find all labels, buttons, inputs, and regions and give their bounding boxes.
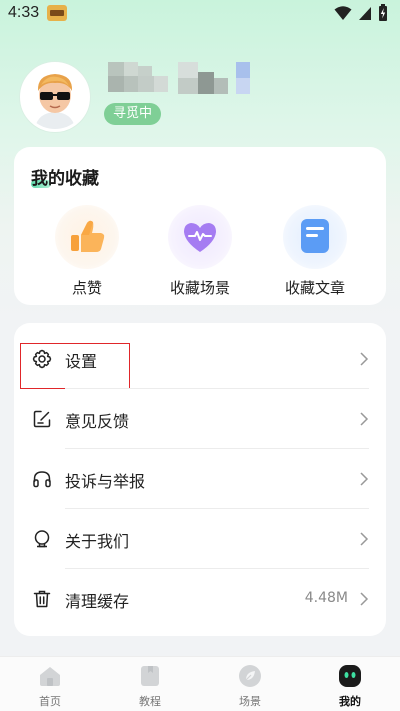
chevron-right-icon [360,592,369,606]
battery-icon [379,4,387,21]
nav-item-scenes-label: 场景 [239,695,261,708]
document-icon [283,205,347,269]
menu-item-about-label: 关于我们 [65,532,130,551]
highlight-box [20,343,130,389]
chevron-right-icon [360,412,369,426]
favorite-articles[interactable]: 收藏文章 [270,205,360,298]
menu-item-settings[interactable]: 设置 [14,329,386,389]
favorite-scenes[interactable]: 收藏场景 [155,205,245,298]
status-time: 4:33 [8,4,40,21]
nav-item-tutorials[interactable]: 教程 [120,664,180,709]
headphones-icon [33,471,51,488]
nav-item-home[interactable]: 首页 [20,664,80,709]
menu-item-clear-cache-label: 清理缓存 [65,592,130,611]
cache-size: 4.48M [304,590,348,606]
username-blurred [108,62,258,100]
menu-item-feedback[interactable]: 意见反馈 [14,389,386,449]
nav-item-tutorials-label: 教程 [139,695,161,708]
feedback-icon [33,410,51,428]
trash-icon [33,590,51,608]
favorites-card: 我的收藏 点赞 收藏场景 收藏文章 [14,147,386,305]
home-icon [38,664,62,688]
notification-app-icon [47,5,67,21]
menu-item-clear-cache[interactable]: 清理缓存 4.48M [14,569,386,629]
status-bar: 4:33 [0,0,400,28]
nav-item-home-label: 首页 [39,695,61,708]
signal-icon [359,6,371,20]
menu-item-report[interactable]: 投诉与举报 [14,449,386,509]
menu-item-report-label: 投诉与举报 [65,472,146,491]
nav-item-profile-label: 我的 [339,695,361,708]
avatar-illustration [23,65,87,129]
status-icons [334,4,388,21]
menu-item-about[interactable]: 关于我们 [14,509,386,569]
favorite-scenes-label: 收藏场景 [169,279,230,297]
settings-menu-card: 设置 意见反馈 投诉与举报 关于我们 清理缓存 4.48M [14,323,386,636]
thumbs-up-icon [55,205,119,269]
chevron-right-icon [360,352,369,366]
about-icon [34,530,50,548]
chevron-right-icon [360,472,369,486]
menu-item-feedback-label: 意见反馈 [65,412,130,431]
nav-item-profile[interactable]: 我的 [320,664,380,709]
favorite-articles-label: 收藏文章 [284,279,345,297]
status-tag: 寻觅中 [104,103,162,125]
wifi-icon [334,5,352,20]
favorite-likes-label: 点赞 [71,279,102,297]
profile-icon [338,664,362,688]
leaf-icon [238,664,262,688]
favorites-title: 我的收藏 [31,169,99,189]
chevron-right-icon [360,532,369,546]
heart-icon [168,205,232,269]
nav-item-scenes[interactable]: 场景 [220,664,280,709]
favorite-likes[interactable]: 点赞 [42,205,132,298]
avatar[interactable] [20,62,90,132]
bottom-nav: 首页 教程 场景 我的 [0,656,400,711]
book-icon [138,664,162,688]
